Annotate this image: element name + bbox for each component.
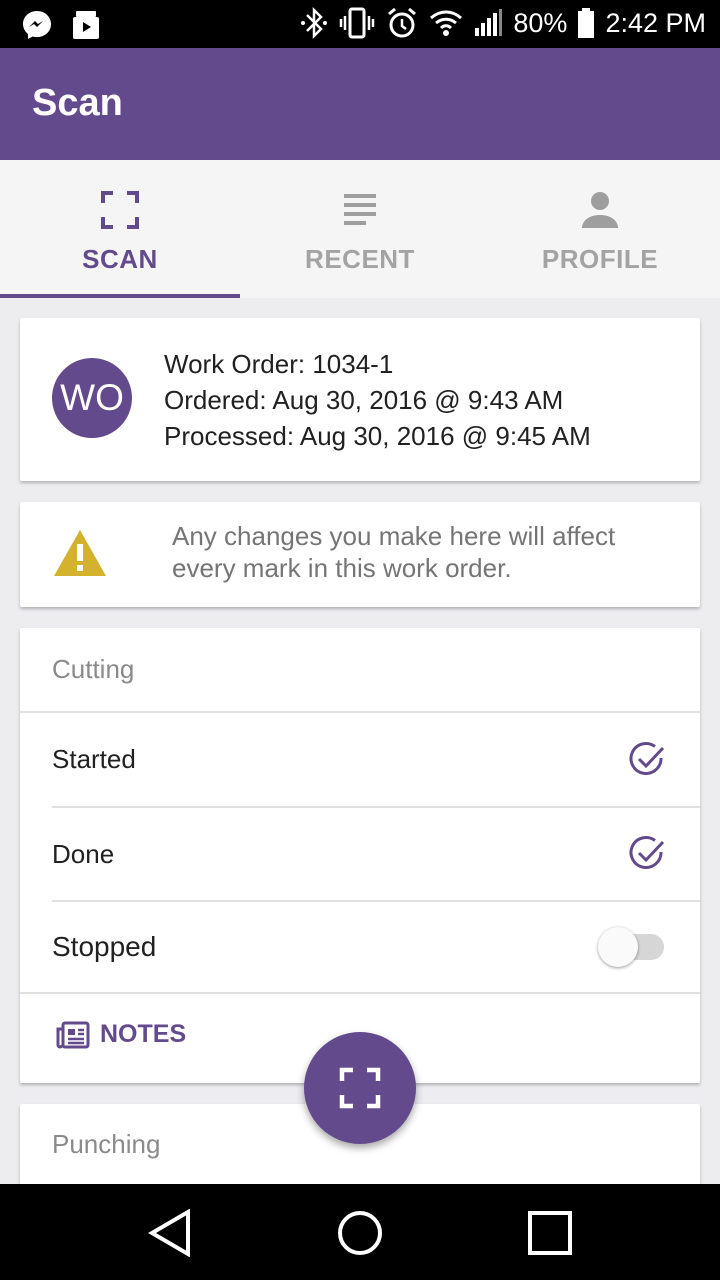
alarm-icon — [385, 6, 419, 40]
page-title: Scan — [32, 82, 123, 124]
battery-percent: 80% — [513, 7, 568, 38]
tab-label: SCAN — [82, 244, 158, 274]
ordered-date: Ordered: Aug 30, 2016 @ 9:43 AM — [164, 385, 564, 415]
work-order-details: Work Order: 1034-1 Ordered: Aug 30, 2016… — [164, 346, 591, 454]
status-row-stopped[interactable]: Stopped — [52, 902, 700, 992]
tab-label: PROFILE — [541, 244, 659, 274]
tab-indicator — [0, 294, 240, 298]
avatar: WO — [52, 358, 132, 438]
work-order-card: WO Work Order: 1034-1 Ordered: Aug 30, 2… — [20, 318, 700, 481]
back-icon — [148, 1209, 192, 1257]
warning-text: Any changes you make here will affect ev… — [172, 521, 616, 583]
status-time: 2:42 PM — [605, 7, 706, 38]
status-bar: 80% 2:42 PM — [0, 0, 720, 48]
signal-icon — [473, 8, 503, 38]
scan-fab-button[interactable] — [304, 1032, 416, 1144]
cutting-card: Cutting Started Done Stopped NOTES — [20, 628, 700, 1083]
media-icon — [70, 9, 102, 41]
battery-icon — [577, 7, 595, 39]
row-label: Done — [52, 838, 115, 869]
status-row-done[interactable]: Done — [52, 808, 700, 900]
section-title: Cutting — [20, 628, 700, 713]
scan-icon — [100, 190, 140, 230]
check-circle-icon[interactable] — [628, 741, 666, 779]
divider — [20, 992, 700, 994]
warning-icon — [52, 528, 108, 583]
notes-label: NOTES — [100, 1020, 187, 1048]
home-button[interactable] — [335, 1208, 385, 1258]
tab-profile[interactable]: PROFILE — [480, 160, 720, 298]
toggle-thumb — [598, 927, 638, 967]
vibrate-icon — [339, 6, 375, 40]
wifi-icon — [429, 8, 463, 38]
tab-recent[interactable]: RECENT — [240, 160, 480, 298]
tab-bar: SCAN RECENT PROFILE — [0, 160, 720, 298]
stopped-toggle[interactable] — [598, 927, 668, 967]
navigation-bar — [0, 1184, 720, 1280]
messenger-icon — [20, 8, 54, 42]
work-order-number: Work Order: 1034-1 — [164, 349, 394, 379]
notes-button[interactable]: NOTES — [56, 1020, 186, 1049]
home-icon — [336, 1209, 384, 1257]
list-icon — [340, 190, 380, 230]
bluetooth-icon — [299, 6, 329, 40]
notes-icon — [56, 1021, 90, 1049]
person-icon — [580, 190, 620, 230]
warning-card: Any changes you make here will affect ev… — [20, 502, 700, 607]
recents-button[interactable] — [525, 1208, 575, 1258]
check-circle-icon[interactable] — [628, 835, 666, 873]
back-button[interactable] — [145, 1208, 195, 1258]
status-row-started[interactable]: Started — [52, 713, 700, 806]
recents-icon — [527, 1210, 573, 1256]
app-bar: Scan — [0, 48, 720, 160]
tab-scan[interactable]: SCAN — [0, 160, 240, 298]
tab-label: RECENT — [305, 244, 415, 274]
processed-date: Processed: Aug 30, 2016 @ 9:45 AM — [164, 421, 591, 451]
scan-icon — [339, 1067, 381, 1109]
row-label: Started — [52, 744, 136, 774]
